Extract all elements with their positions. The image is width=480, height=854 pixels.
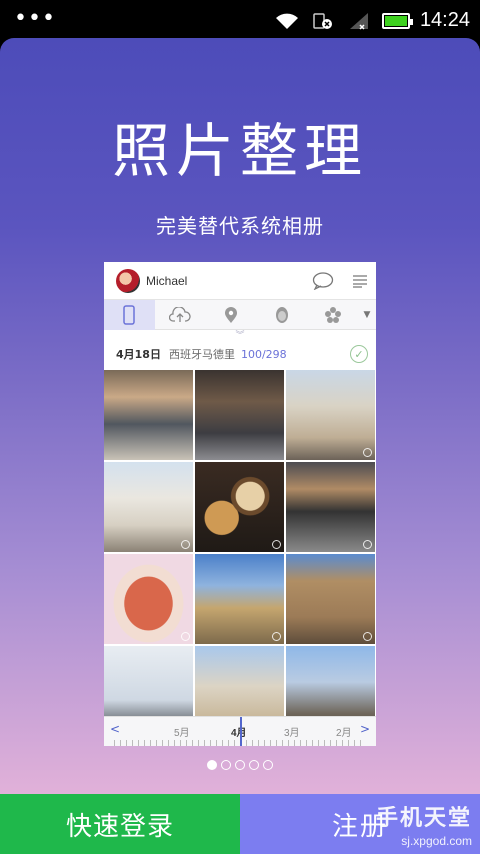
page-dot[interactable]	[221, 760, 231, 770]
photo-thumbnail	[286, 370, 375, 460]
check-icon: ✓	[350, 345, 368, 363]
timeline-month: 5月	[174, 728, 190, 739]
clock: 14:24	[419, 9, 470, 31]
status-bar: ••• 14:24	[0, 0, 480, 38]
view-icon	[363, 448, 372, 457]
tab-face	[256, 300, 307, 330]
sim-off-icon	[313, 12, 332, 29]
view-icon	[272, 632, 281, 641]
tab-phone	[104, 299, 155, 330]
month-timeline: < 5月 4月 3月 2月 >	[104, 716, 376, 746]
photo-thumbnail	[104, 554, 193, 644]
timeline-cursor	[240, 717, 242, 746]
photo-thumbnail	[104, 370, 193, 460]
preview-tabs: ▼	[104, 299, 376, 330]
app-preview-screenshot[interactable]: Michael ▼ ︾ 4月18日 西班牙马德里 100/298 ✓ < 5月 …	[104, 262, 376, 746]
location-pin-icon	[224, 306, 237, 323]
status-icons: 14:24	[274, 9, 470, 32]
photo-thumbnail	[195, 554, 284, 644]
cloud-upload-icon	[169, 306, 191, 322]
hero-title: 照片整理	[111, 117, 368, 185]
menu-lines-icon	[353, 274, 367, 288]
timeline-month-active: 4月	[231, 728, 247, 739]
photo-thumbnail	[195, 370, 284, 460]
timeline-month: 2月	[336, 728, 352, 739]
view-icon	[363, 632, 372, 641]
view-icon	[181, 632, 190, 641]
photo-thumbnail	[286, 554, 375, 644]
chat-bubble-icon	[312, 271, 334, 290]
preview-count: 100/298	[240, 347, 287, 361]
tab-location	[206, 300, 257, 330]
page-indicator	[0, 760, 480, 770]
view-icon	[272, 540, 281, 549]
page-dot[interactable]	[249, 760, 259, 770]
onboarding-card: 照片整理 完美替代系统相册 Michael ▼ ︾ 4月18日 西班牙马德里 1…	[0, 38, 480, 794]
face-icon	[275, 306, 288, 323]
chevron-down-icon: ▼	[363, 309, 371, 320]
tab-cloud	[155, 300, 206, 330]
preview-date-row: 4月18日 西班牙马德里 100/298 ✓	[104, 342, 376, 366]
signal-icon	[349, 12, 368, 30]
tab-flower	[307, 300, 358, 330]
flower-icon	[324, 306, 341, 323]
watermark: 手机天堂 sj.xpgod.com	[376, 800, 472, 848]
preview-user-name: Michael	[146, 273, 188, 288]
battery-icon	[381, 12, 413, 29]
wifi-icon	[275, 13, 298, 29]
photo-thumbnail	[195, 462, 284, 552]
expand-chevron-icon: ︾	[235, 331, 245, 341]
overflow-dots-icon[interactable]: •••	[14, 6, 56, 31]
watermark-url: sj.xpgod.com	[401, 834, 472, 848]
hero-subtitle: 完美替代系统相册	[156, 214, 324, 238]
photo-grid	[104, 370, 376, 736]
page-dot[interactable]	[207, 760, 217, 770]
view-icon	[181, 540, 190, 549]
timeline-month: 3月	[284, 728, 300, 739]
page-dot[interactable]	[235, 760, 245, 770]
photo-thumbnail	[286, 462, 375, 552]
preview-header: Michael	[104, 262, 376, 300]
page-dot[interactable]	[263, 760, 273, 770]
preview-location: 西班牙马德里	[168, 348, 235, 361]
chevron-right-icon: >	[359, 722, 370, 736]
photo-thumbnail	[104, 462, 193, 552]
avatar	[116, 268, 140, 293]
quick-login-button[interactable]: 快速登录	[0, 794, 240, 854]
chevron-left-icon: <	[110, 722, 121, 736]
phone-icon	[123, 304, 136, 325]
preview-date: 4月18日	[116, 348, 161, 361]
watermark-brand: 手机天堂	[375, 806, 472, 831]
view-icon	[363, 540, 372, 549]
